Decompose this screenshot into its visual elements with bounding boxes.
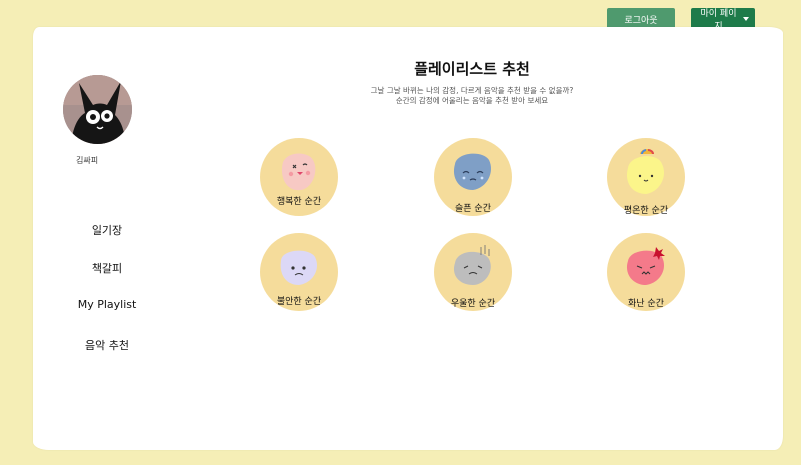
mood-sad[interactable]: 슬픈 순간 — [434, 138, 512, 216]
mood-happy[interactable]: 행복한 순간 — [260, 138, 338, 216]
anxious-face-icon — [280, 250, 318, 285]
mood-anxious[interactable]: 불안한 순간 — [260, 233, 338, 311]
black-cat-avatar-icon — [63, 75, 132, 144]
happy-face-icon — [281, 153, 316, 191]
mood-label-depressed: 우울한 순간 — [450, 299, 496, 309]
page-title: 플레이리스트 추천 — [414, 60, 530, 78]
page-subtitle: 그날 그날 바뀌는 나의 감정, 다르게 음악을 추천 받을 수 없을까? 순간… — [312, 86, 632, 106]
mood-angry[interactable]: 화난 순간 — [607, 233, 685, 311]
sad-face-icon — [453, 153, 492, 190]
mood-label-happy: 행복한 순간 — [276, 197, 322, 207]
sidebar-item-diary[interactable]: 일기장 — [40, 222, 174, 238]
sidebar-item-my-playlist[interactable]: My Playlist — [40, 298, 174, 311]
mood-calm[interactable]: 평온한 순간 — [607, 138, 685, 216]
calm-face-icon — [626, 149, 665, 194]
mood-label-sad: 슬픈 순간 — [455, 204, 491, 214]
sidebar-item-bookmark[interactable]: 책갈피 — [40, 260, 174, 276]
sidebar-item-music-recommendation[interactable]: 음악 추천 — [40, 337, 174, 353]
avatar — [63, 75, 132, 144]
subtitle-line-1: 그날 그날 바뀌는 나의 감정, 다르게 음악을 추천 받을 수 없을까? — [370, 86, 574, 95]
mood-depressed[interactable]: 우울한 순간 — [434, 233, 512, 311]
mood-label-anxious: 불안한 순간 — [276, 297, 322, 307]
angry-face-icon — [626, 247, 665, 285]
mood-label-angry: 화난 순간 — [628, 299, 664, 309]
depressed-face-icon — [453, 245, 491, 285]
caret-down-icon — [743, 17, 749, 21]
subtitle-line-2: 순간의 감정에 어울리는 음악을 추천 받아 보세요 — [395, 96, 549, 105]
mood-label-calm: 평온한 순간 — [623, 206, 669, 216]
username: 김싸피 — [76, 156, 99, 165]
